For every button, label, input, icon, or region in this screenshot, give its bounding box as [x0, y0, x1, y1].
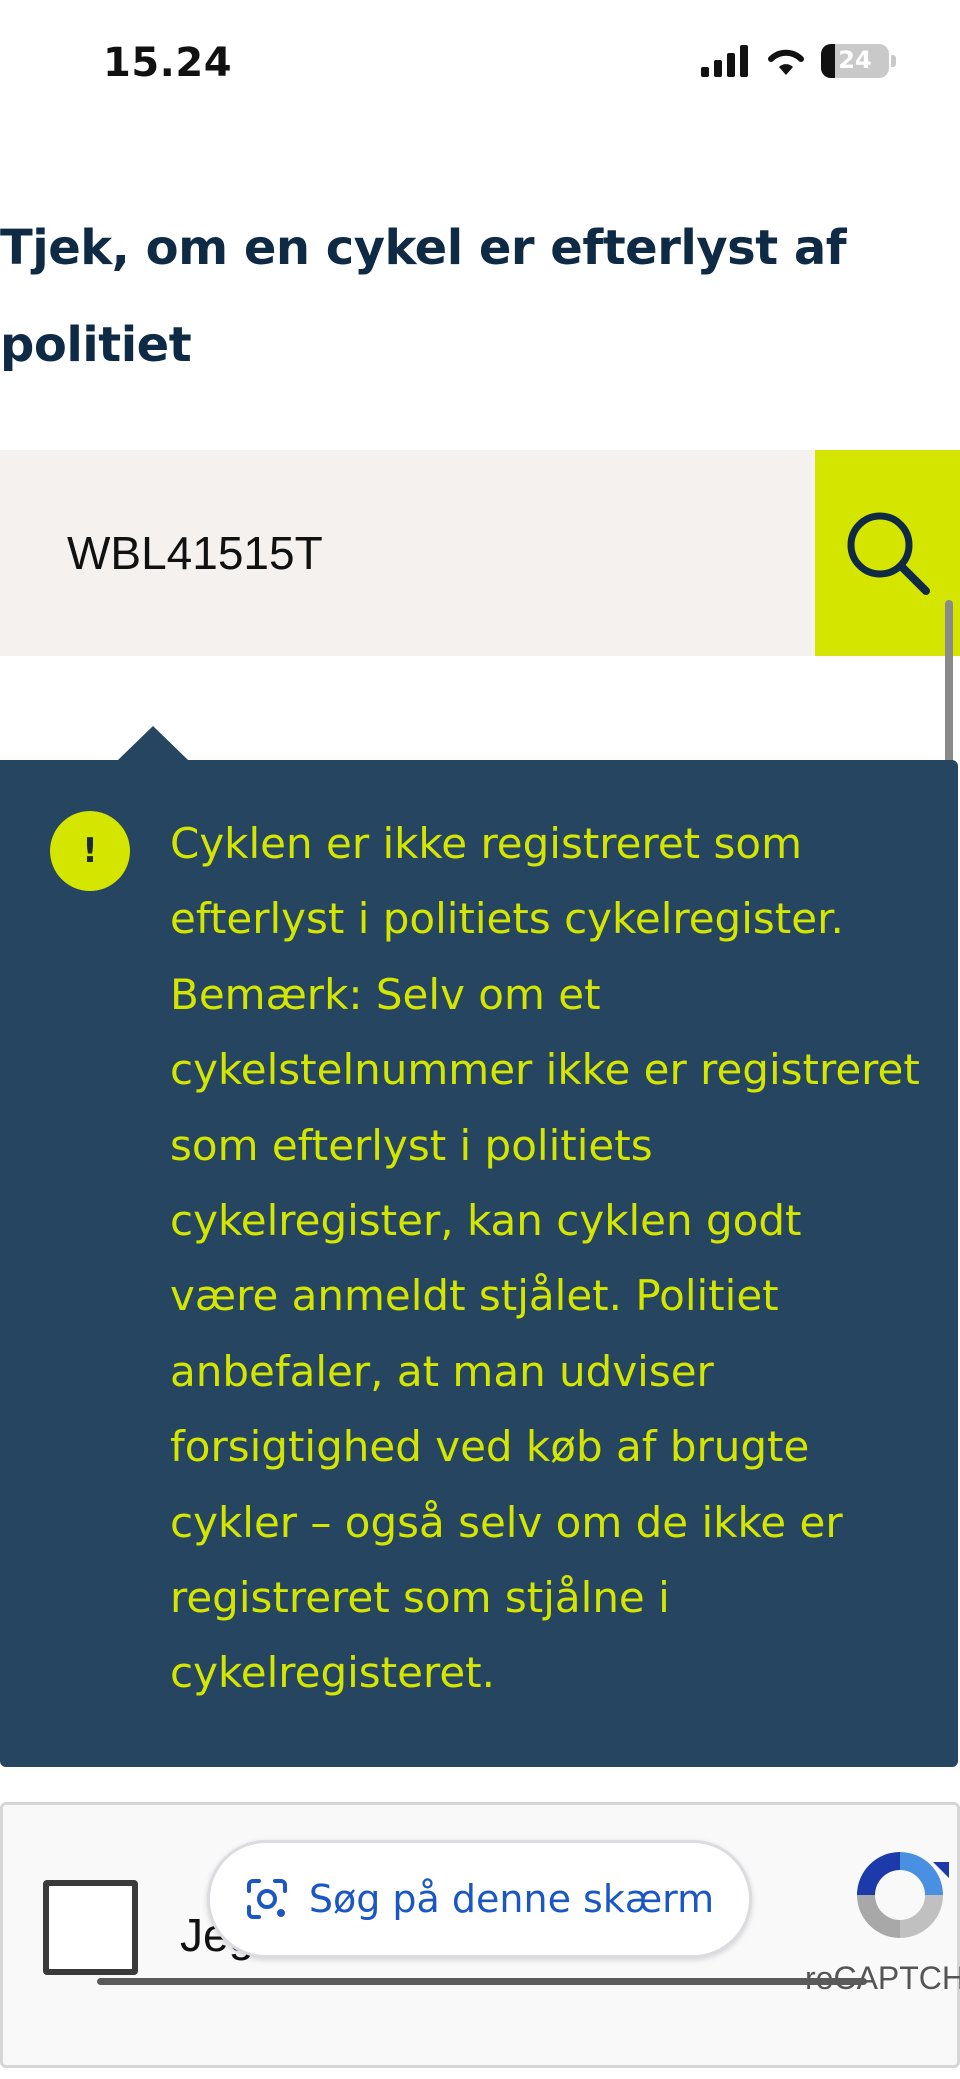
signal-icon	[701, 45, 748, 77]
status-bar: 15.24 24	[0, 0, 960, 130]
search-button[interactable]	[815, 450, 960, 656]
status-time: 15.24	[103, 40, 233, 86]
alert-pointer	[118, 726, 188, 760]
warning-icon: !	[50, 811, 130, 891]
search-screen-label: Søg på denne skærm	[308, 1877, 715, 1921]
page-title: Tjek, om en cykel er efterlyst af politi…	[0, 220, 847, 373]
recaptcha-checkbox[interactable]	[43, 1880, 138, 1975]
frame-number-input[interactable]	[0, 450, 815, 656]
search-bar	[0, 450, 960, 656]
battery-level: 24	[838, 46, 872, 74]
search-icon	[847, 512, 930, 595]
recaptcha-logo-icon	[857, 1852, 949, 1938]
lens-icon	[246, 1879, 287, 1919]
home-indicator[interactable]	[97, 1978, 867, 1985]
alert-message: Cyklen er ikke registreret som efterlyst…	[170, 819, 920, 1698]
wifi-icon	[768, 49, 804, 75]
battery-icon: 24	[821, 44, 889, 78]
status-icons: 24	[701, 44, 896, 78]
search-screen-button[interactable]: Søg på denne skærm	[207, 1840, 752, 1958]
